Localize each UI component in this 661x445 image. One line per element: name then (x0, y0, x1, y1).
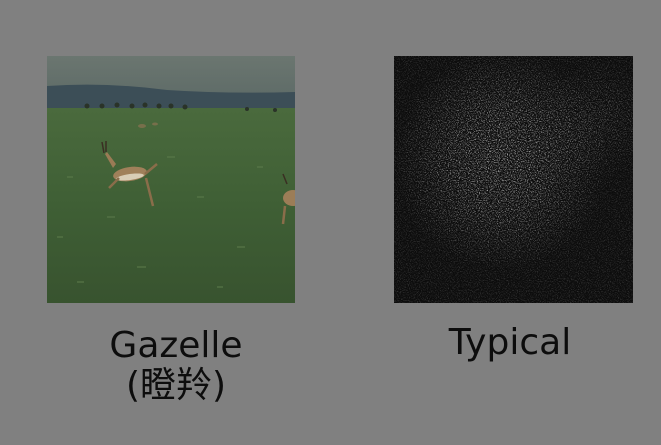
background-speckle (394, 56, 633, 303)
gazelle-caption-chinese: (瞪羚) (125, 365, 227, 406)
gazelle-photo (47, 56, 295, 303)
gazelle-scene (47, 56, 295, 303)
gazelle-caption-english: Gazelle (109, 325, 243, 366)
typical-saliency-map (394, 56, 633, 303)
typical-caption: Typical (448, 322, 572, 363)
grassland (47, 108, 295, 303)
saliency-noise (394, 56, 633, 303)
gazelle-caption: Gazelle (瞪羚) (76, 326, 276, 406)
